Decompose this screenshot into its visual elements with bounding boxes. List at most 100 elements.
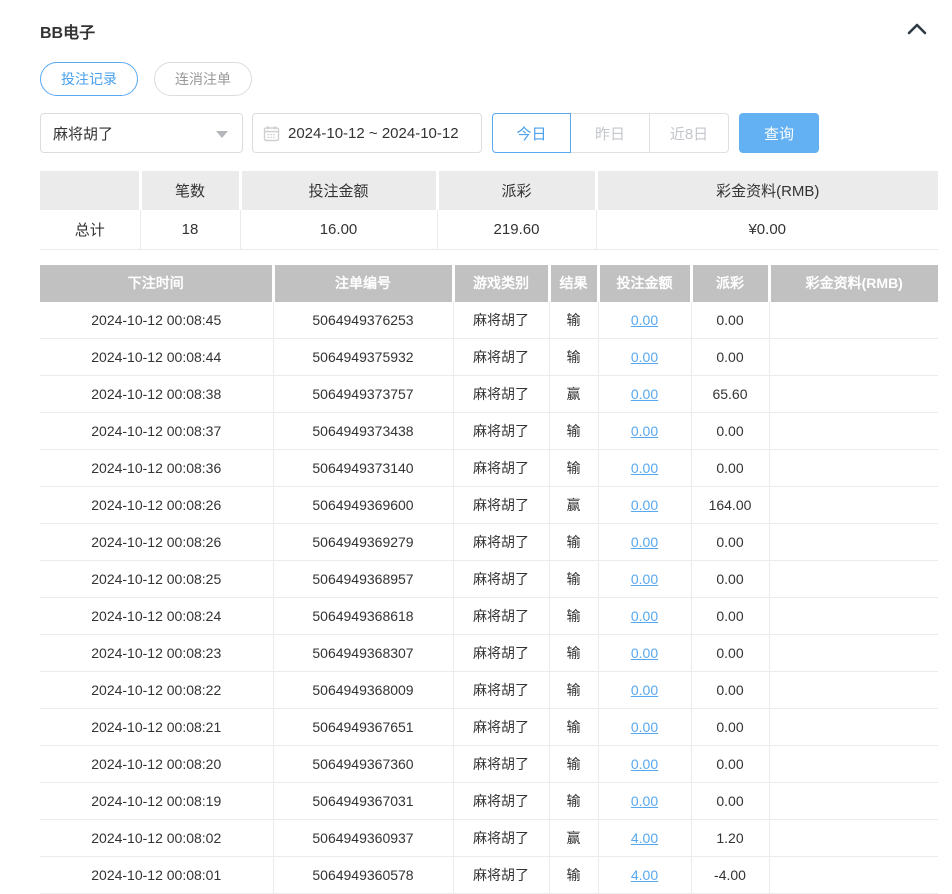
summary-header-empty — [40, 171, 140, 210]
table-cell: 麻将胡了 — [453, 450, 549, 487]
table-cell — [769, 376, 938, 413]
summary-total-bet-amount: 16.00 — [240, 210, 437, 249]
table-cell — [769, 709, 938, 746]
table-cell: 0.00 — [598, 598, 691, 635]
table-row: 2024-10-12 00:08:205064949367360麻将胡了输0.0… — [40, 746, 938, 783]
panel-header: BB电子 — [40, 18, 938, 44]
table-cell: 麻将胡了 — [453, 413, 549, 450]
filter-row: 麻将胡了 2024-10-12 ~ 2024-10-12 今日 — [40, 113, 938, 153]
bet-amount-link[interactable]: 0.00 — [631, 534, 658, 550]
table-cell: 5064949368618 — [273, 598, 453, 635]
table-cell: 麻将胡了 — [453, 857, 549, 894]
table-cell: 0.00 — [691, 302, 769, 339]
bet-amount-link[interactable]: 0.00 — [631, 460, 658, 476]
table-cell: 5064949373438 — [273, 413, 453, 450]
table-header-cell: 投注金额 — [598, 265, 691, 302]
table-cell: 5064949376253 — [273, 302, 453, 339]
date-range-value: 2024-10-12 ~ 2024-10-12 — [288, 125, 459, 142]
tab-cancelled-orders[interactable]: 连消注单 — [154, 62, 252, 96]
bet-amount-link[interactable]: 0.00 — [631, 423, 658, 439]
panel-title: BB电子 — [40, 19, 95, 43]
bet-amount-link[interactable]: 0.00 — [631, 571, 658, 587]
bet-amount-link[interactable]: 0.00 — [631, 756, 658, 772]
table-cell — [769, 302, 938, 339]
record-type-tabs: 投注记录 连消注单 — [40, 62, 938, 96]
table-cell — [769, 857, 938, 894]
table-cell: 麻将胡了 — [453, 561, 549, 598]
yesterday-button-label: 昨日 — [595, 123, 625, 144]
table-cell — [769, 524, 938, 561]
table-cell: 2024-10-12 00:08:01 — [40, 857, 273, 894]
table-cell — [769, 635, 938, 672]
bet-amount-link[interactable]: 4.00 — [631, 830, 658, 846]
bet-amount-link[interactable]: 4.00 — [631, 867, 658, 883]
table-cell — [769, 450, 938, 487]
yesterday-button[interactable]: 昨日 — [571, 113, 650, 153]
table-cell: 5064949369279 — [273, 524, 453, 561]
summary-total-label: 总计 — [40, 210, 140, 249]
bet-amount-link[interactable]: 0.00 — [631, 682, 658, 698]
table-cell: 0.00 — [598, 413, 691, 450]
table-cell: 输 — [549, 709, 598, 746]
table-cell — [769, 413, 938, 450]
table-row: 2024-10-12 00:08:015064949360578麻将胡了输 4.0… — [40, 857, 938, 894]
bet-amount-link[interactable]: 0.00 — [631, 497, 658, 513]
table-cell: 164.00 — [691, 487, 769, 524]
table-cell: 输 — [549, 857, 598, 894]
table-cell: 5064949368957 — [273, 561, 453, 598]
table-row: 2024-10-12 00:08:255064949368957麻将胡了输0.0… — [40, 561, 938, 598]
table-cell: 0.00 — [691, 672, 769, 709]
table-row: 2024-10-12 00:08:375064949373438麻将胡了输0.0… — [40, 413, 938, 450]
bet-amount-link[interactable]: 0.00 — [631, 386, 658, 402]
summary-header-bet-amount: 投注金额 — [240, 171, 437, 210]
table-cell: 5064949373140 — [273, 450, 453, 487]
tab-label: 连消注单 — [175, 69, 231, 89]
table-row: 2024-10-12 00:08:245064949368618麻将胡了输0.0… — [40, 598, 938, 635]
date-range-picker[interactable]: 2024-10-12 ~ 2024-10-12 — [252, 113, 482, 153]
table-cell: 4.00 — [598, 820, 691, 857]
bet-amount-link[interactable]: 0.00 — [631, 349, 658, 365]
table-cell: 麻将胡了 — [453, 302, 549, 339]
table-cell: 1.20 — [691, 820, 769, 857]
table-row: 2024-10-12 00:08:195064949367031麻将胡了输0.0… — [40, 783, 938, 820]
table-row: 2024-10-12 00:08:235064949368307麻将胡了输0.0… — [40, 635, 938, 672]
table-row: 2024-10-12 00:08:215064949367651麻将胡了输0.0… — [40, 709, 938, 746]
tab-label: 投注记录 — [61, 69, 117, 89]
game-select-value: 麻将胡了 — [53, 123, 113, 144]
bet-amount-link[interactable]: 0.00 — [631, 312, 658, 328]
table-cell: 4.00 — [598, 857, 691, 894]
table-header-cell: 游戏类别 — [453, 265, 549, 302]
table-cell: 0.00 — [691, 746, 769, 783]
table-cell: 5064949367360 — [273, 746, 453, 783]
table-cell: 2024-10-12 00:08:25 — [40, 561, 273, 598]
tab-betting-records[interactable]: 投注记录 — [40, 62, 138, 96]
query-button[interactable]: 查询 — [739, 113, 819, 153]
game-select-dropdown[interactable]: 麻将胡了 — [40, 113, 243, 153]
summary-header-row: 笔数 投注金额 派彩 彩金资料(RMB) — [40, 171, 938, 210]
bet-amount-link[interactable]: 0.00 — [631, 645, 658, 661]
bet-amount-link[interactable]: 0.00 — [631, 793, 658, 809]
last-8-days-button[interactable]: 近8日 — [650, 113, 729, 153]
collapse-button[interactable] — [904, 21, 930, 41]
table-header-cell: 派彩 — [691, 265, 769, 302]
chevron-up-icon — [907, 22, 927, 40]
summary-total-row: 总计 18 16.00 219.60 ¥0.00 — [40, 210, 938, 249]
summary-total-bonus: ¥0.00 — [596, 210, 938, 249]
table-cell: 麻将胡了 — [453, 783, 549, 820]
table-cell: 输 — [549, 339, 598, 376]
summary-header-count: 笔数 — [140, 171, 240, 210]
table-cell: 输 — [549, 635, 598, 672]
table-cell: 0.00 — [598, 376, 691, 413]
table-cell: 5064949360578 — [273, 857, 453, 894]
table-cell: 2024-10-12 00:08:24 — [40, 598, 273, 635]
bet-amount-link[interactable]: 0.00 — [631, 719, 658, 735]
table-row: 2024-10-12 00:08:385064949373757麻将胡了赢0.0… — [40, 376, 938, 413]
summary-total-payout: 219.60 — [437, 210, 596, 249]
table-cell: 2024-10-12 00:08:45 — [40, 302, 273, 339]
table-cell: 赢 — [549, 376, 598, 413]
table-row: 2024-10-12 00:08:265064949369279麻将胡了输0.0… — [40, 524, 938, 561]
bet-amount-link[interactable]: 0.00 — [631, 608, 658, 624]
today-button[interactable]: 今日 — [492, 113, 571, 153]
table-cell: 2024-10-12 00:08:02 — [40, 820, 273, 857]
table-cell: 0.00 — [598, 339, 691, 376]
